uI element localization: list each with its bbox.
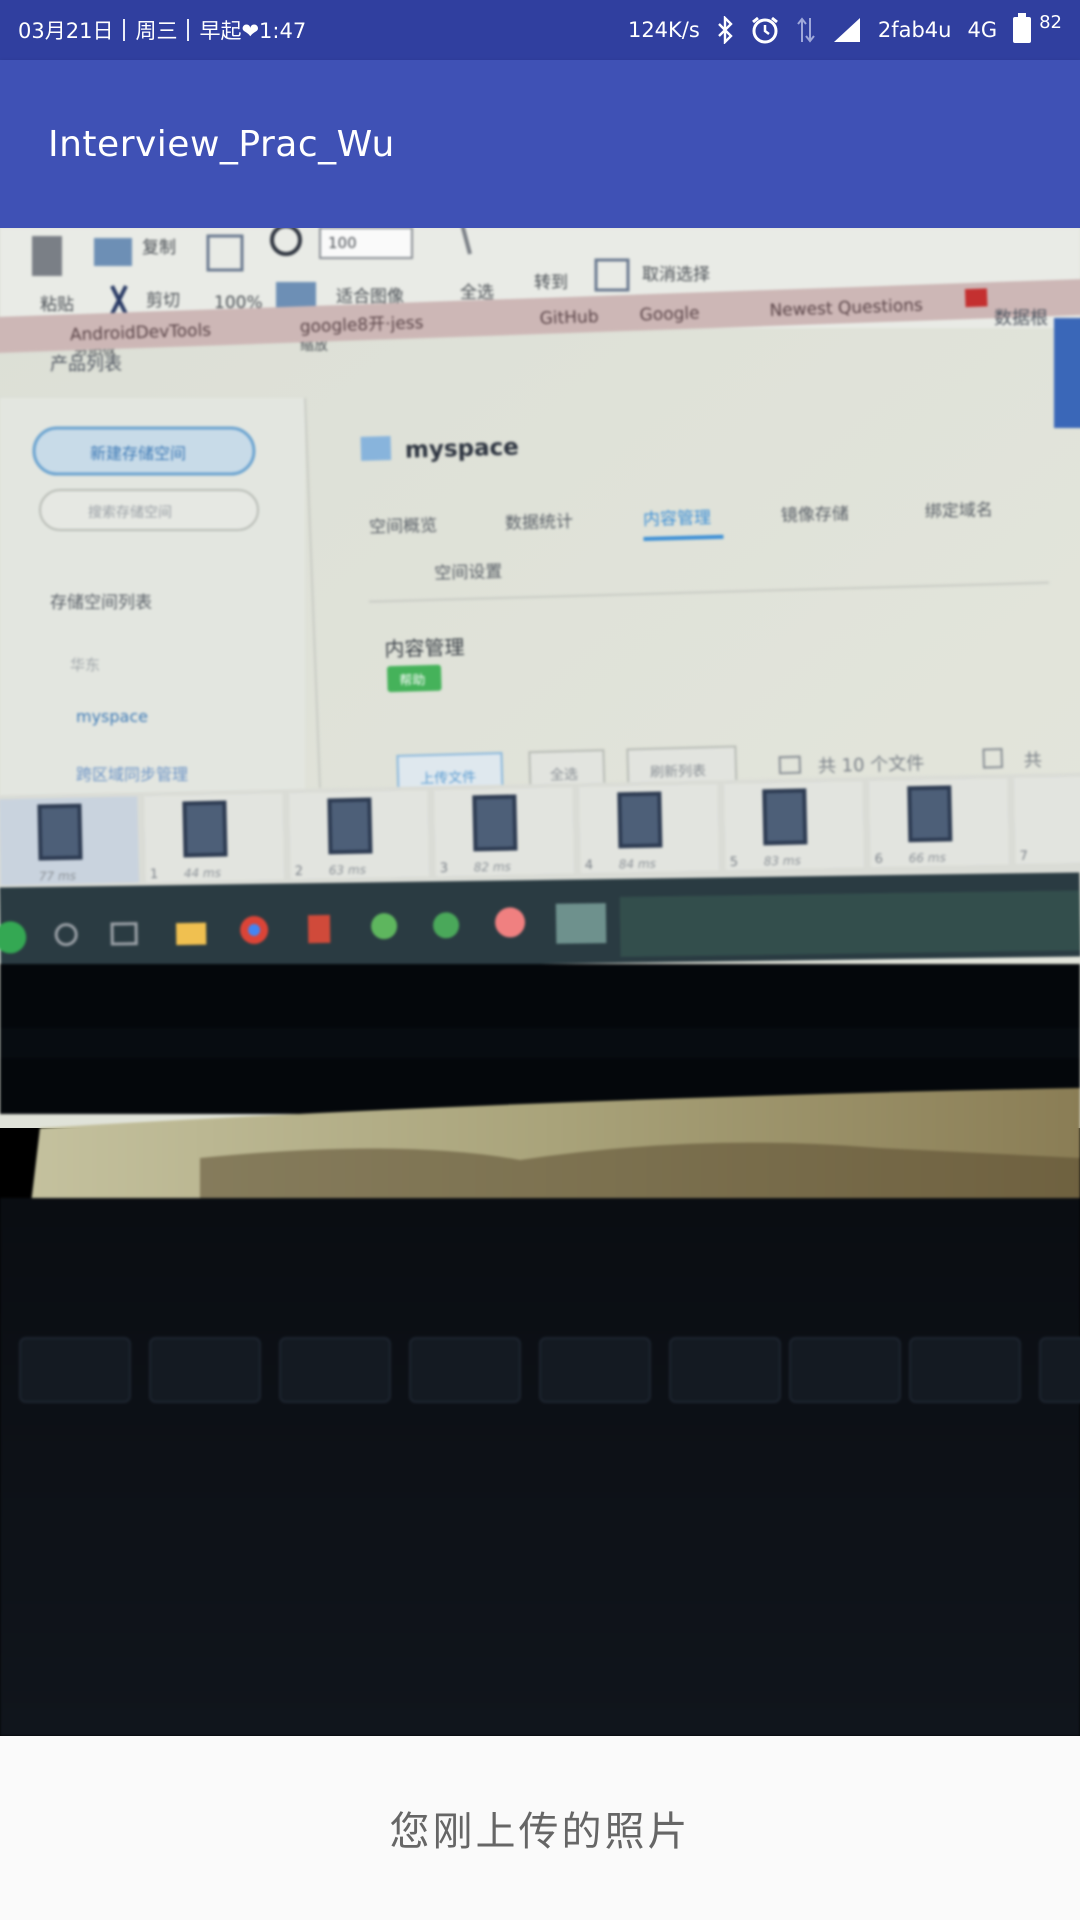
status-left: 03月21日 周三 早起❤1:47 [18, 15, 306, 45]
app-bar: Interview_Prac_Wu [0, 60, 1080, 228]
file-count: 共 10 个文件 [818, 753, 925, 777]
tab-domain: 绑定域名 [925, 500, 994, 522]
status-date: 03月21日 [18, 19, 114, 43]
frame-index: 7 [1020, 849, 1029, 864]
signal-icon [832, 16, 862, 44]
bookmark-2: GitHub [539, 307, 599, 329]
frame-delay: 44 ms [184, 866, 221, 881]
frame-delay: 66 ms [909, 851, 946, 866]
sync-item: 跨区域同步管理 [76, 765, 188, 784]
total-label: 共 [1024, 750, 1043, 771]
frame-delay: 83 ms [764, 854, 801, 869]
frame-index: 6 [875, 852, 884, 867]
tab-mirror: 镜像存储 [781, 504, 850, 526]
frame-image [37, 803, 83, 861]
status-weekday: 周三 [135, 19, 178, 43]
tab-settings: 空间设置 [434, 562, 503, 584]
folder-icon [176, 922, 207, 946]
frame-thumb: 1 44 ms [144, 793, 285, 883]
status-carrier: 2fab4u [877, 18, 952, 42]
frame-index: 5 [730, 855, 739, 870]
status-reminder: 早起❤1:47 [199, 19, 307, 43]
frame-image [472, 794, 518, 852]
ribbon-copy: 复制 [142, 238, 176, 258]
space-name: myspace [405, 434, 520, 463]
keyboard [19, 1337, 1080, 1403]
frame-thumb: 77 ms [0, 796, 140, 886]
new-space-label: 新建存储空间 [90, 444, 186, 463]
ribbon-cut: 剪切 [146, 291, 180, 311]
caption-area: 您刚上传的照片 [0, 1736, 1080, 1920]
frame-delay: 77 ms [39, 869, 76, 884]
app-title: Interview_Prac_Wu [48, 123, 395, 165]
status-divider [187, 19, 190, 41]
frame-thumb: 2 63 ms [289, 790, 429, 880]
select-all-label: 全选 [550, 766, 578, 784]
space-list-label: 存储空间列表 [50, 593, 152, 613]
frame-image [907, 785, 953, 843]
frame-thumb: 5 83 ms [724, 781, 864, 871]
data-activity-icon [796, 16, 816, 44]
space-item: myspace [76, 707, 148, 726]
frame-delay: 84 ms [619, 857, 656, 872]
section-title: 内容管理 [384, 635, 465, 661]
frame-index: 1 [150, 867, 159, 882]
frame-index: 3 [440, 861, 449, 876]
folder-icon [360, 436, 392, 461]
frame-delay: 82 ms [474, 860, 511, 875]
frame-thumb: 6 66 ms [869, 778, 1009, 868]
web-product-list: 产品列表 [50, 354, 122, 375]
frame-image [762, 788, 808, 846]
ribbon-deselect: 取消选择 [642, 265, 710, 285]
frame-index: 2 [295, 864, 304, 879]
status-bar: 03月21日 周三 早起❤1:47 124K/s 2fab4u 4G 82 [0, 0, 1080, 60]
tab-stats: 数据统计 [505, 512, 574, 534]
frame-image [182, 800, 228, 858]
battery-level: 82 [1039, 11, 1062, 33]
web-data-label: 数据根 [994, 308, 1048, 329]
tab-overview: 空间概览 [369, 516, 438, 538]
frame-image [327, 797, 373, 855]
bluetooth-icon [716, 16, 734, 44]
status-right: 124K/s 2fab4u 4G 82 [627, 12, 1062, 45]
frame-thumb: 7 [1014, 775, 1080, 865]
frame-delay: 63 ms [329, 863, 366, 878]
uploaded-photo: 粘贴 复制 剪切 剪贴板 100 100% 适合图像 缩放 全选 转到 取消选择… [0, 228, 1080, 1736]
battery-icon [1013, 13, 1032, 43]
alarm-icon [750, 15, 780, 45]
ribbon-invert: 转到 [534, 273, 568, 293]
ribbon-zoom-value: 100 [328, 234, 357, 252]
tab-content: 内容管理 [643, 508, 712, 530]
battery-indicator: 82 [1013, 12, 1062, 43]
upload-label: 上传文件 [420, 770, 476, 788]
frame-thumb: 3 82 ms [434, 787, 574, 877]
ribbon-paste: 粘贴 [40, 295, 74, 315]
status-net-speed: 124K/s [627, 18, 700, 42]
photo-caption: 您刚上传的照片 [389, 1809, 691, 1855]
refresh-label: 刷新列表 [650, 763, 706, 781]
frame-image [617, 791, 663, 849]
frame-index: 4 [585, 858, 594, 873]
status-network: 4G [967, 18, 998, 42]
frame-thumb: 4 84 ms [579, 784, 719, 874]
status-divider [123, 19, 126, 41]
region-select: 华东 [70, 656, 100, 674]
help-badge-label: 帮助 [399, 673, 425, 689]
space-search-placeholder: 搜索存储空间 [88, 504, 172, 521]
bookmark-3: Google [639, 303, 700, 325]
